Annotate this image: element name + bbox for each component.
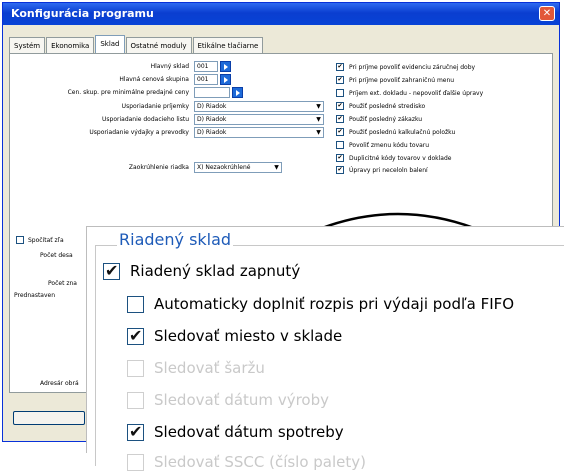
checkbox-icon: ✔ [336,76,344,84]
sarza-check: Sledovať šaržu [127,359,265,377]
fifo-label: Automaticky doplniť rozpis pri výdaji po… [154,295,515,313]
chevron-down-icon: ▼ [274,164,279,171]
check-zarucna-doba-label: Pri príjme povoliť evidenciu záručnej do… [349,63,476,71]
tab-strip: Systém Ekonomika Sklad Ostatné moduly Et… [9,35,264,54]
group-legend: Riadený sklad [117,230,234,249]
checkbox-icon [127,422,144,441]
usp-dodacieho-value: D) Riadok [197,116,227,123]
hlavny-sklad-label: Hlavný sklad [150,63,189,70]
check-zarucna-doba[interactable]: ✔ Pri príjme povoliť evidenciu záručnej … [336,63,475,71]
check-zakazka[interactable]: ✔ Použiť posledný zákazku [336,115,422,123]
checkbox-icon [103,261,120,280]
check-stredisko-label: Použiť posledné stredisko [349,102,426,110]
chevron-down-icon: ▼ [316,116,321,123]
checkbox-icon: ✔ [336,154,344,162]
usp-prijemky-label: Usporiadanie príjemky [121,103,189,110]
checkbox-icon [336,89,344,97]
check-neceloln-balenie[interactable]: ✔ Úpravy pri neceloln balení [336,166,428,174]
usp-dodacieho-label: Usporiadanie dodacieho listu [102,116,189,123]
check-zahranicna-mena-label: Pri príjme povoliť zahraničnú menu [349,76,455,84]
pocet-zna-label: Počet zna [48,280,77,287]
miesto-v-sklade-check[interactable]: Sledovať miesto v sklade [127,326,343,345]
riadeny-sklad-zapnuty-label: Riadený sklad zapnutý [130,262,301,280]
hlavny-sklad-field[interactable]: 001 [194,61,218,72]
adresar-label: Adresár obrá [40,380,79,387]
usp-vydajky-select[interactable]: D) Riadok ▼ [194,127,324,138]
zaokruhlenie-value: X) Nezaokrúhlené [197,164,251,171]
checkbox-icon [127,453,144,471]
check-zakazka-label: Použiť posledný zákazku [349,115,423,123]
checkbox-icon [127,359,144,377]
check-kalkulacna[interactable]: ✔ Použiť poslednú kalkulačnú položku [336,128,455,136]
datum-vyroby-check: Sledovať dátum výroby [127,391,329,409]
check-zmena-kodu-label: Povoliť zmenu kódu tovaru [349,141,430,149]
checkbox-icon [127,391,144,409]
checkbox-icon [336,141,344,149]
checkbox-icon: ✔ [336,63,344,71]
sarza-label: Sledovať šaržu [154,359,265,377]
checkbox-icon: ✔ [336,102,344,110]
usp-prijemky-value: D) Riadok [197,103,227,110]
check-stredisko[interactable]: ✔ Použiť posledné stredisko [336,102,425,110]
cen-skup-pick-icon[interactable] [232,87,243,98]
checkbox-icon [127,295,144,313]
miesto-v-sklade-label: Sledovať miesto v sklade [154,327,343,345]
check-duplicitne-kody-label: Duplicitné kódy tovarov v doklade [349,154,452,162]
ok-button[interactable] [13,411,85,425]
checkbox-icon: ✔ [336,115,344,123]
checkbox-icon: ✔ [336,128,344,136]
zoom-callout: Riadený sklad Riadený sklad zapnutý Auto… [86,226,564,471]
tab-etiketne-tlaciarne[interactable]: Etikálne tlačiarne [192,37,264,54]
zaokruhlenie-label: Zaokrúhlenie riadka [128,164,189,171]
datum-vyroby-label: Sledovať dátum výroby [154,391,329,409]
checkbox-icon [127,326,144,345]
spocitat-check[interactable]: Spočítať zľa [16,236,64,244]
tab-sklad[interactable]: Sklad [95,35,125,54]
chevron-down-icon: ▼ [316,129,321,136]
pocet-desa-label: Počet desa [40,252,73,259]
check-ext-doklad[interactable]: Príjem ext. dokladu - nepovoliť ďalšie ú… [336,89,483,97]
cen-skup-field[interactable] [194,87,230,98]
check-zmena-kodu[interactable]: Povoliť zmenu kódu tovaru [336,141,429,149]
usp-dodacieho-select[interactable]: D) Riadok ▼ [194,114,324,125]
chevron-down-icon: ▼ [316,103,321,110]
hlavna-cenova-label: Hlavná cenová skupina [119,76,189,83]
zaokruhlenie-select[interactable]: X) Nezaokrúhlené ▼ [194,162,282,173]
tab-ekonomika[interactable]: Ekonomika [46,37,95,54]
check-neceloln-balenie-label: Úpravy pri neceloln balení [349,166,428,174]
hlavna-cenova-field[interactable]: 001 [194,74,218,85]
tab-ostatne-moduly[interactable]: Ostatné moduly [125,37,192,54]
spocitat-label: Spočítať zľa [28,236,64,244]
sscc-label: Sledovať SSCC (číslo palety) [154,453,367,471]
check-kalkulacna-label: Použiť poslednú kalkulačnú položku [349,128,456,136]
checkbox-icon: ✔ [336,166,344,174]
tab-system[interactable]: Systém [9,37,46,54]
checkbox-icon [16,236,24,244]
sscc-check: Sledovať SSCC (číslo palety) [127,453,366,471]
cen-skup-label: Cen. skup. pre minimálne predajné ceny [67,89,189,96]
check-duplicitne-kody[interactable]: ✔ Duplicitné kódy tovarov v doklade [336,154,451,162]
hlavna-cenova-pick-icon[interactable] [220,74,231,85]
window-title: Konfigurácia programu [11,7,154,20]
check-zahranicna-mena[interactable]: ✔ Pri príjme povoliť zahraničnú menu [336,76,454,84]
check-ext-doklad-label: Príjem ext. dokladu - nepovoliť ďalšie ú… [349,89,484,97]
hlavny-sklad-pick-icon[interactable] [220,61,231,72]
prednastaven-label: Prednastaven [14,292,56,299]
riadeny-sklad-zapnuty-check[interactable]: Riadený sklad zapnutý [103,261,301,280]
usp-vydajky-value: D) Riadok [197,129,227,136]
usp-vydajky-label: Usporiadanie výdajky a prevodky [89,129,189,136]
title-bar: Konfigurácia programu ✕ [3,3,559,25]
close-icon[interactable]: ✕ [539,6,555,21]
usp-prijemky-select[interactable]: D) Riadok ▼ [194,101,324,112]
fifo-check[interactable]: Automaticky doplniť rozpis pri výdaji po… [127,295,514,313]
datum-spotreby-check[interactable]: Sledovať dátum spotreby [127,422,344,441]
datum-spotreby-label: Sledovať dátum spotreby [154,423,344,441]
